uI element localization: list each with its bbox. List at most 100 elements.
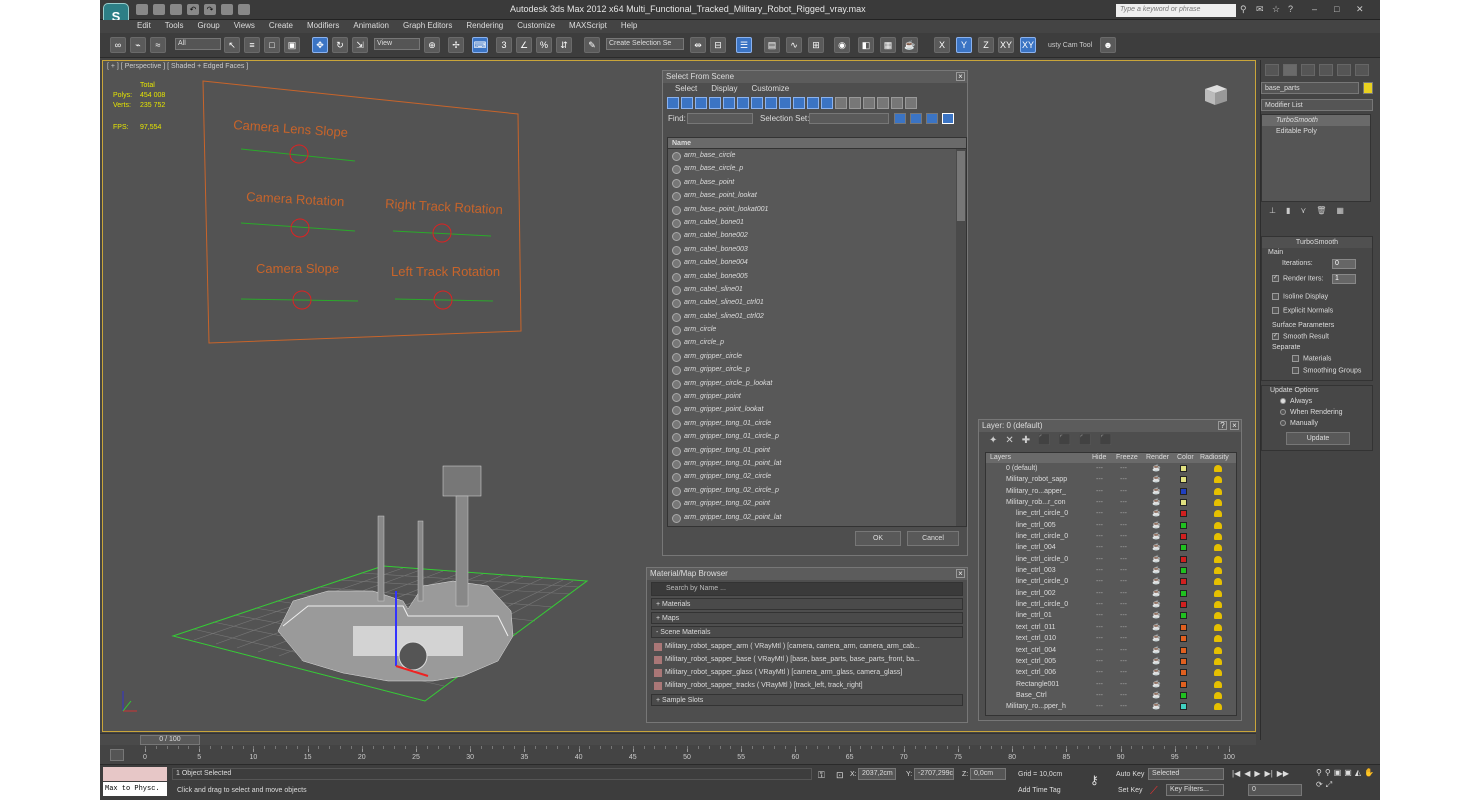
radiosity-icon[interactable] xyxy=(1214,555,1222,563)
render-toggle[interactable]: ☕ xyxy=(1152,520,1161,531)
bind-space-warp-icon[interactable]: ≈ xyxy=(150,37,166,53)
zoom-all-icon[interactable]: ⚲ xyxy=(1325,768,1331,777)
redo-icon[interactable]: ↷ xyxy=(204,4,216,15)
bones-filter-icon[interactable] xyxy=(779,97,791,109)
layer-row[interactable]: Rectangle001 --- --- ☕ xyxy=(986,679,1236,690)
hide-toggle[interactable]: --- xyxy=(1096,610,1103,621)
freeze-toggle[interactable]: --- xyxy=(1120,554,1127,565)
go-to-start-icon[interactable]: |◀ xyxy=(1232,769,1240,778)
unlink-icon[interactable]: ⌁ xyxy=(130,37,146,53)
axis-y-icon[interactable]: Y xyxy=(956,37,972,53)
material-row-base[interactable]: Military_robot_sapper_base ( VRayMtl ) [… xyxy=(651,653,963,666)
hide-toggle[interactable]: --- xyxy=(1096,554,1103,565)
radiosity-icon[interactable] xyxy=(1214,623,1222,631)
freeze-toggle[interactable]: --- xyxy=(1120,542,1127,553)
render-toggle[interactable]: ☕ xyxy=(1152,531,1161,542)
scene-object-row[interactable]: arm_circle_p xyxy=(668,336,954,349)
explicit-normals-checkbox[interactable] xyxy=(1272,307,1279,314)
layer-color-swatch[interactable] xyxy=(1180,567,1187,575)
hide-toggle[interactable]: --- xyxy=(1096,656,1103,667)
hide-toggle[interactable]: --- xyxy=(1096,486,1103,497)
render-toggle[interactable]: ☕ xyxy=(1152,701,1161,712)
rendered-frame-icon[interactable]: ▦ xyxy=(880,37,896,53)
layer-row[interactable]: line_ctrl_circle_0 --- --- ☕ xyxy=(986,576,1236,587)
project-icon[interactable] xyxy=(238,4,250,15)
layer-color-swatch[interactable] xyxy=(1180,657,1187,665)
turbosmooth-title[interactable]: TurboSmooth xyxy=(1262,237,1372,248)
z-coordinate-field[interactable]: 0,0cm xyxy=(970,768,1006,780)
col-layers[interactable]: Layers xyxy=(990,453,1011,463)
maxscript-listener-pink[interactable] xyxy=(103,767,167,781)
col-freeze[interactable]: Freeze xyxy=(1116,453,1138,463)
layer-color-swatch[interactable] xyxy=(1180,555,1187,563)
layer-row[interactable]: line_ctrl_004 --- --- ☕ xyxy=(986,542,1236,553)
x-coordinate-field[interactable]: 2037,2cm xyxy=(858,768,896,780)
cancel-button[interactable]: Cancel xyxy=(907,531,959,546)
window-crossing-icon[interactable]: ▣ xyxy=(284,37,300,53)
freeze-toggle[interactable]: --- xyxy=(1120,679,1127,690)
scene-object-row[interactable]: arm_gripper_tong_02_circle_p xyxy=(668,484,954,497)
stack-editable-poly[interactable]: Editable Poly xyxy=(1262,126,1370,137)
layer-row[interactable]: line_ctrl_circle_0 --- --- ☕ xyxy=(986,599,1236,610)
scene-object-row[interactable]: arm_cabel_bone002 xyxy=(668,229,954,242)
isoline-checkbox[interactable] xyxy=(1272,293,1279,300)
menu-tools[interactable]: Tools xyxy=(165,20,184,32)
select-invert-icon[interactable] xyxy=(863,97,875,109)
pan-icon[interactable]: ✋ xyxy=(1364,768,1374,777)
layer-color-swatch[interactable] xyxy=(1180,612,1187,620)
current-frame-field[interactable]: 0 xyxy=(1248,784,1302,796)
display-tab-icon[interactable] xyxy=(1337,64,1351,76)
hide-toggle[interactable]: --- xyxy=(1096,474,1103,485)
freeze-toggle[interactable]: --- xyxy=(1120,486,1127,497)
track-bar[interactable]: 0 5 10 15 20 25 30 35 40 45 50 55 60 65 70 75 80 85 90 95 10… xyxy=(100,746,1256,764)
render-toggle[interactable]: ☕ xyxy=(1152,576,1161,587)
layer-row[interactable]: Military_rob...r_con --- --- ☕ xyxy=(986,497,1236,508)
axis-z-icon[interactable]: Z xyxy=(978,37,994,53)
sel-set-icon[interactable] xyxy=(894,113,906,124)
scene-object-row[interactable]: arm_cabel_bone003 xyxy=(668,243,954,256)
link-icon[interactable]: ∞ xyxy=(110,37,126,53)
layer-row[interactable]: line_ctrl_003 --- --- ☕ xyxy=(986,565,1236,576)
menu-display[interactable]: Display xyxy=(711,83,737,95)
hide-toggle[interactable]: --- xyxy=(1096,645,1103,656)
render-toggle[interactable]: ☕ xyxy=(1152,610,1161,621)
freeze-toggle[interactable]: --- xyxy=(1120,508,1127,519)
radiosity-icon[interactable] xyxy=(1214,680,1222,688)
radiosity-icon[interactable] xyxy=(1214,657,1222,665)
radiosity-icon[interactable] xyxy=(1214,646,1222,654)
layer-row[interactable]: text_ctrl_005 --- --- ☕ xyxy=(986,656,1236,667)
sample-slots-section[interactable]: + Sample Slots xyxy=(651,694,963,706)
layer-row[interactable]: line_ctrl_circle_0 --- --- ☕ xyxy=(986,531,1236,542)
smoothing-groups-checkbox[interactable] xyxy=(1292,367,1299,374)
render-production-icon[interactable]: ☕ xyxy=(902,37,918,53)
col-hide[interactable]: Hide xyxy=(1092,453,1106,463)
lock-selection-icon[interactable]: ⚿ xyxy=(818,770,825,781)
hide-toggle[interactable]: --- xyxy=(1096,588,1103,599)
layer-row[interactable]: Military_ro...pper_h --- --- ☕ xyxy=(986,701,1236,712)
ok-button[interactable]: OK xyxy=(855,531,901,546)
layer-color-swatch[interactable] xyxy=(1180,646,1187,654)
menu-views[interactable]: Views xyxy=(234,20,255,32)
render-toggle[interactable]: ☕ xyxy=(1152,679,1161,690)
hide-toggle[interactable]: --- xyxy=(1096,542,1103,553)
undo-icon[interactable]: ↶ xyxy=(187,4,199,15)
hide-toggle[interactable]: --- xyxy=(1096,463,1103,474)
scene-object-row[interactable]: arm_gripper_tong_01_point xyxy=(668,444,954,457)
maxscript-mini-listener[interactable]: Max to Physc. xyxy=(103,782,167,796)
angle-snap-icon[interactable]: ∠ xyxy=(516,37,532,53)
scrollbar-thumb[interactable] xyxy=(957,151,965,221)
render-toggle[interactable]: ☕ xyxy=(1152,656,1161,667)
scene-object-row[interactable]: arm_gripper_tong_01_circle_p xyxy=(668,430,954,443)
render-iters-checkbox[interactable]: ✓ xyxy=(1272,275,1279,282)
scene-object-row[interactable]: arm_gripper_point_lookat xyxy=(668,403,954,416)
radiosity-icon[interactable] xyxy=(1214,521,1222,529)
scene-object-row[interactable]: arm_gripper_circle xyxy=(668,350,954,363)
materials-checkbox[interactable] xyxy=(1292,355,1299,362)
layer-row[interactable]: Base_Ctrl --- --- ☕ xyxy=(986,690,1236,701)
radiosity-icon[interactable] xyxy=(1214,691,1222,699)
layer-row[interactable]: line_ctrl_circle_0 --- --- ☕ xyxy=(986,508,1236,519)
menu-maxscript[interactable]: MAXScript xyxy=(569,20,607,32)
layer-color-swatch[interactable] xyxy=(1180,465,1187,472)
select-all-icon[interactable] xyxy=(835,97,847,109)
stack-turbosmooth[interactable]: TurboSmooth xyxy=(1262,115,1370,126)
